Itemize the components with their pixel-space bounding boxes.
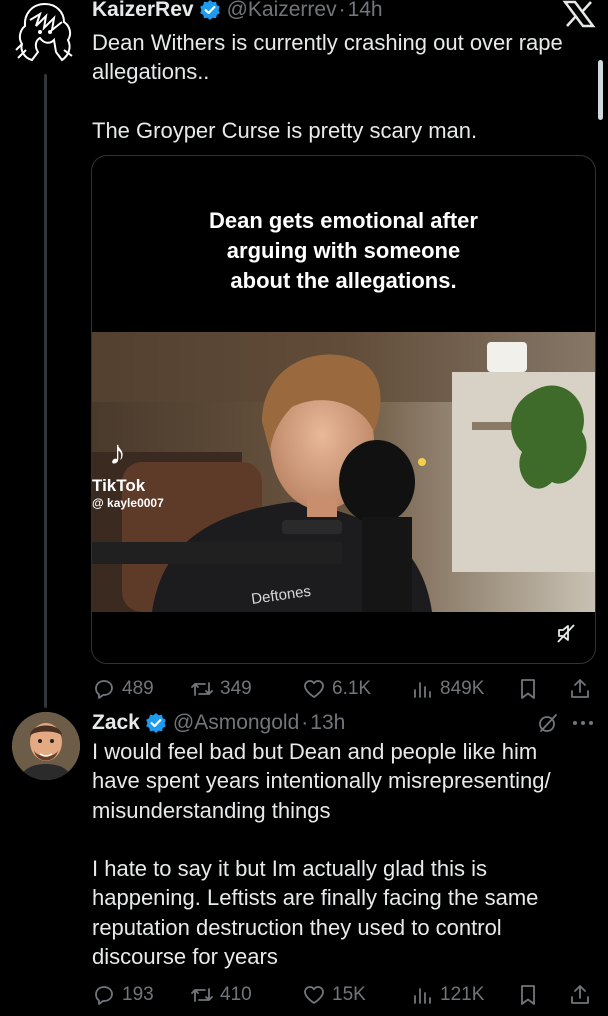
display-name[interactable]: Zack xyxy=(92,711,140,735)
reply-icon xyxy=(95,680,113,699)
like-button[interactable]: 6.1K xyxy=(302,677,371,701)
share-icon xyxy=(571,679,589,698)
bookmark-button[interactable] xyxy=(516,677,540,701)
video-frame[interactable]: Deftones xyxy=(92,332,595,612)
bookmark-button[interactable] xyxy=(516,983,540,1007)
timestamp[interactable]: 14h xyxy=(348,0,383,22)
tiktok-username: @ kayle0007 xyxy=(92,496,164,510)
share-button[interactable] xyxy=(568,677,592,701)
repost-button[interactable]: 410 xyxy=(190,983,252,1007)
avatar[interactable] xyxy=(12,712,80,780)
handle[interactable]: @Asmongold xyxy=(173,711,299,735)
repost-count: 410 xyxy=(220,984,252,1005)
reply-count: 489 xyxy=(122,678,154,699)
timestamp[interactable]: 13h xyxy=(310,711,345,735)
tweet-actions: 193 410 15K 121K xyxy=(92,983,598,1009)
tweet-text: Dean Withers is currently crashing out o… xyxy=(92,30,563,143)
views-icon xyxy=(414,682,431,698)
tiktok-logo-icon: ♪ xyxy=(109,434,126,472)
separator: · xyxy=(338,0,346,21)
video-caption: Dean gets emotional after arguing with s… xyxy=(209,208,478,293)
views-count: 121K xyxy=(440,984,485,1005)
verified-badge-icon xyxy=(199,0,221,21)
views-icon xyxy=(414,988,431,1004)
scrollbar[interactable] xyxy=(598,60,603,120)
grok-icon[interactable] xyxy=(536,711,560,735)
share-icon xyxy=(571,985,589,1004)
avatar[interactable] xyxy=(14,0,76,66)
bookmark-icon xyxy=(521,985,535,1005)
reply-icon xyxy=(95,986,113,1005)
handle[interactable]: @Kaizerrev xyxy=(227,0,337,22)
repost-count: 349 xyxy=(220,678,252,699)
reply-button[interactable]: 193 xyxy=(92,983,154,1007)
views-count: 849K xyxy=(440,678,485,699)
x-logo-icon[interactable] xyxy=(562,0,596,28)
reply-button[interactable]: 489 xyxy=(92,677,154,701)
tweet-header: KaizerRev @Kaizerrev · 14h xyxy=(92,0,383,22)
like-button[interactable]: 15K xyxy=(302,983,366,1007)
reply-count: 193 xyxy=(122,984,154,1005)
repost-button[interactable]: 349 xyxy=(190,677,252,701)
like-icon xyxy=(304,680,324,698)
tweet-actions: 489 349 6.1K 849K xyxy=(92,677,598,703)
thread-connector-line xyxy=(44,74,47,708)
tweet-header: Zack @Asmongold · 13h xyxy=(92,711,345,735)
separator: · xyxy=(301,711,309,734)
like-count: 15K xyxy=(332,984,366,1005)
views-button[interactable]: 121K xyxy=(410,983,484,1007)
bookmark-icon xyxy=(521,679,535,699)
repost-icon xyxy=(191,988,213,1002)
views-button[interactable]: 849K xyxy=(410,677,484,701)
video-media[interactable]: Dean gets emotional after arguing with s… xyxy=(91,155,596,664)
tweet-text: I would feel bad but Dean and people lik… xyxy=(92,739,551,970)
video-thumbnail: Deftones xyxy=(92,332,595,612)
verified-badge-icon xyxy=(145,712,167,734)
mute-icon[interactable] xyxy=(555,622,577,644)
like-icon xyxy=(304,986,324,1004)
tiktok-brand: TikTok xyxy=(92,476,146,495)
repost-icon xyxy=(191,682,213,696)
like-count: 6.1K xyxy=(332,678,372,699)
share-button[interactable] xyxy=(568,983,592,1007)
display-name[interactable]: KaizerRev xyxy=(92,0,194,22)
more-icon[interactable] xyxy=(570,712,596,734)
